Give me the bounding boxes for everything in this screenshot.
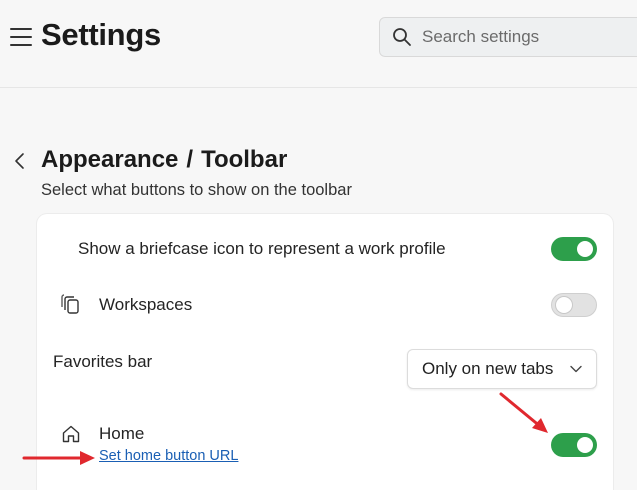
annotation-arrow-to-link [22, 451, 95, 465]
annotation-arrow-to-toggle [499, 392, 548, 433]
annotation-arrows [22, 392, 548, 465]
settings-page: Settings Appearance/Toolbar Select what … [0, 0, 637, 490]
